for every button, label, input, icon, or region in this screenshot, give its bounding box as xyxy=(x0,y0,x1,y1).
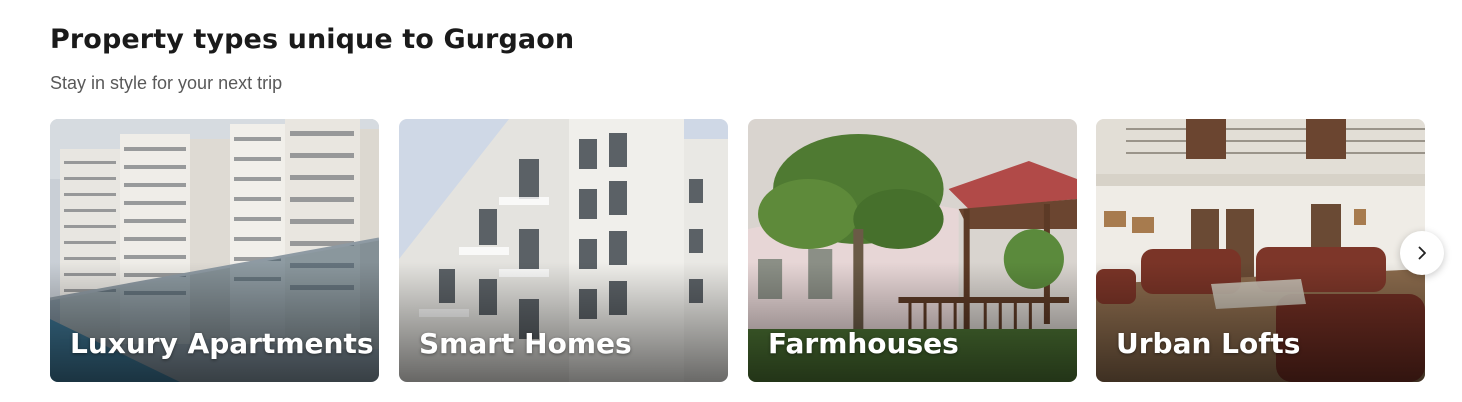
property-card-smart-homes[interactable]: Smart Homes xyxy=(399,119,728,382)
card-label: Farmhouses xyxy=(768,327,959,360)
property-card-luxury-apartments[interactable]: Luxury Apartments xyxy=(50,119,379,382)
card-label: Luxury Apartments xyxy=(70,327,374,360)
card-label: Urban Lofts xyxy=(1116,327,1301,360)
property-types-section: Property types unique to Gurgaon Stay in… xyxy=(0,0,1462,402)
card-label: Smart Homes xyxy=(419,327,632,360)
property-card-farmhouses[interactable]: Farmhouses xyxy=(748,119,1077,382)
chevron-right-icon xyxy=(1418,246,1426,260)
property-card-urban-lofts[interactable]: Urban Lofts xyxy=(1096,119,1425,382)
section-title: Property types unique to Gurgaon xyxy=(50,24,575,55)
carousel-next-button[interactable] xyxy=(1400,231,1444,275)
section-subtitle: Stay in style for your next trip xyxy=(50,73,283,93)
